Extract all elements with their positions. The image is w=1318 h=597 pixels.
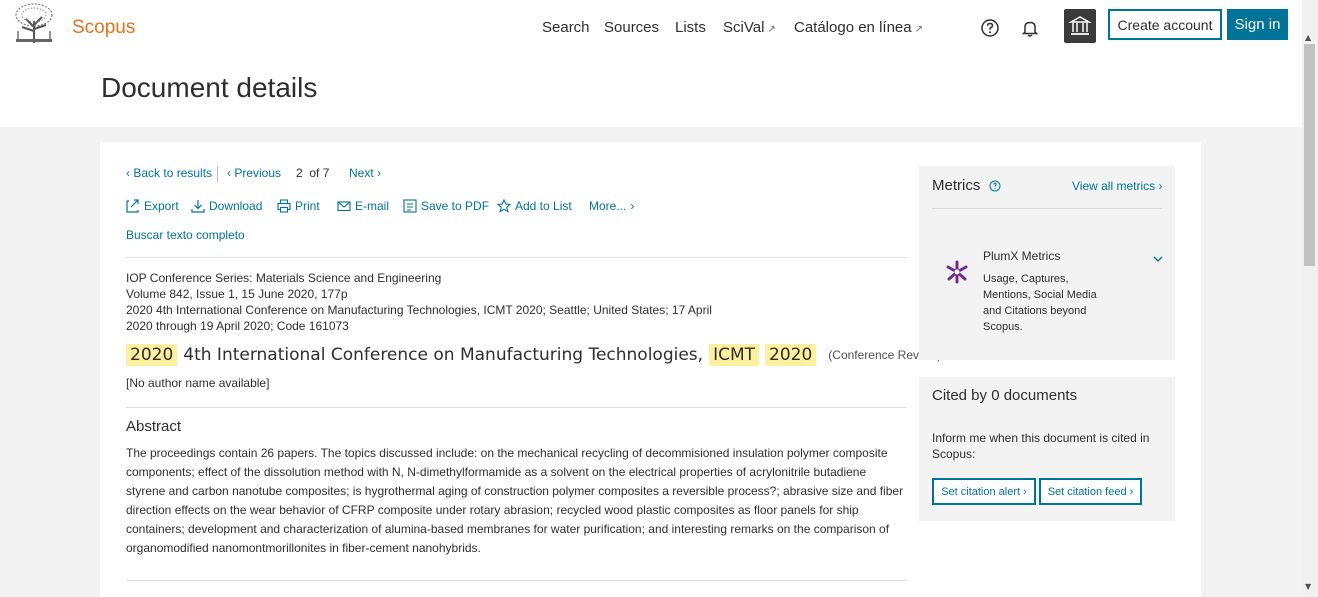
sign-in-button[interactable]: Sign in [1227,9,1288,40]
nav-lists[interactable]: Lists [675,19,706,36]
print-button[interactable]: Print [277,199,320,213]
set-citation-feed-button[interactable]: Set citation feed › [1039,478,1142,505]
bell-icon[interactable] [1020,18,1040,38]
set-citation-feed-label: Set citation feed [1047,485,1127,498]
more-button[interactable]: More... › [589,199,634,213]
chevron-down-icon[interactable] [1152,254,1164,264]
conference-info-line2: 2020 through 19 April 2020; Code 161073 [126,319,349,333]
divider [932,208,1162,209]
back-to-results-link[interactable]: ‹ Back to results [126,166,212,180]
plumx-title: PlumX Metrics [983,249,1061,263]
institution-button[interactable] [1064,9,1096,43]
scroll-up-arrow-icon[interactable]: ▲ [1305,33,1311,42]
set-citation-alert-label: Set citation alert [941,485,1021,498]
external-link-icon: ↗ [767,24,776,35]
pager-position: 2 of 7 [296,166,329,180]
next-link[interactable]: Next › [349,166,381,180]
plumx-description: Usage, Captures, Mentions, Social Media … [983,273,1097,333]
pager-total: 7 [322,166,330,180]
more-label: More... [589,199,627,213]
add-list-label: Add to List [515,199,572,213]
nav-scival[interactable]: SciVal ↗ [723,19,776,36]
email-label: E-mail [355,199,390,213]
set-citation-alert-button[interactable]: Set citation alert › [932,478,1036,505]
pager-divider [217,166,218,182]
download-icon [191,200,205,213]
back-to-results-label: Back to results [133,166,213,180]
scroll-down-arrow-icon[interactable]: ▼ [1305,582,1311,591]
chevron-right-icon: › [630,199,635,213]
chevron-right-icon: › [1155,179,1163,193]
print-label: Print [295,199,320,213]
view-all-metrics-link[interactable]: View all metrics › [1072,179,1162,193]
elsevier-tree-logo-icon[interactable] [12,3,56,43]
export-icon [126,199,139,213]
page-title: Document details [101,72,318,103]
divider [126,407,907,408]
nav-catalogo-label: Catálogo en línea [794,19,912,36]
nav-catalogo[interactable]: Catálogo en línea ↗ [794,19,923,36]
cited-inform-text: Inform me when this document is cited in… [932,431,1150,461]
nav-sources[interactable]: Sources [604,19,659,36]
email-icon [337,201,351,212]
scopus-brand[interactable]: Scopus [72,17,135,39]
journal-link[interactable]: IOP Conference Series: Materials Science… [126,271,441,285]
pager-of: of [309,166,320,180]
divider [126,257,907,258]
divider [126,580,907,581]
save-pdf-icon [403,199,417,213]
title-highlight-year2: 2020 [765,344,817,366]
help-icon[interactable] [980,18,1000,38]
metrics-heading: Metrics [932,177,981,194]
institution-icon [1068,16,1092,35]
cited-by-heading: Cited by 0 documents [932,387,1078,404]
save-to-pdf-button[interactable]: Save to PDF [403,199,489,213]
title-text: 4th International Conference on Manufact… [183,345,704,365]
abstract-heading: Abstract [126,418,182,435]
external-link-icon: ↗ [914,24,923,35]
export-button[interactable]: Export [126,199,179,213]
previous-link[interactable]: ‹ Previous [227,166,281,180]
info-icon[interactable] [989,180,1001,192]
create-account-button[interactable]: Create account [1108,9,1222,40]
export-label: Export [144,199,179,213]
next-section-heading-peek: ▁▁▁ ▁ [126,589,186,597]
save-pdf-label: Save to PDF [421,199,490,213]
chevron-right-icon: › [1126,485,1134,498]
previous-label: Previous [234,166,282,180]
pager-current: 2 [296,166,303,180]
buscar-texto-completo-link[interactable]: Buscar texto completo [126,228,245,242]
add-to-list-button[interactable]: Add to List [497,199,572,213]
download-button[interactable]: Download [191,199,262,213]
volume-info: Volume 842, Issue 1, 15 June 2020, 177p [126,287,348,301]
plumx-logo-icon [946,260,968,284]
chevron-right-icon: › [1020,485,1027,498]
chevron-right-icon: › [373,166,382,180]
nav-search[interactable]: Search [542,19,590,36]
view-all-metrics-label: View all metrics [1072,179,1156,193]
conference-info-line1: 2020 4th International Conference on Man… [126,303,712,317]
next-label: Next [349,166,374,180]
download-label: Download [209,199,263,213]
nav-scival-label: SciVal [723,19,765,36]
document-title: 2020 4th International Conference on Man… [126,344,941,366]
title-highlight-year: 2020 [126,344,178,366]
print-icon [277,199,291,213]
email-button[interactable]: E-mail [337,199,389,213]
abstract-text: The proceedings contain 26 papers. The t… [126,446,904,555]
star-icon [497,199,511,213]
scrollbar-thumb[interactable] [1304,44,1315,266]
title-highlight-icmt: ICMT [709,344,760,366]
authors: [No author name available] [126,376,270,390]
